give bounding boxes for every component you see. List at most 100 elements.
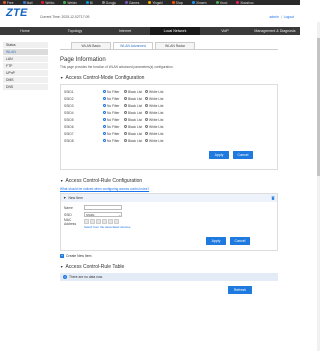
filter-option-black-list[interactable]: Black List (124, 132, 145, 136)
create-new-item[interactable]: + Create New Item (60, 254, 278, 258)
filter-option-white-list[interactable]: White List (145, 125, 166, 129)
mac-octet-input[interactable] (84, 219, 89, 224)
filter-option-no-filter[interactable]: No Filter (103, 132, 124, 136)
filter-option-white-list[interactable]: White List (145, 104, 166, 108)
sidebar-item-lan[interactable]: LAN (3, 56, 48, 63)
mode-section-header[interactable]: ▼ Access Control-Mode Configuration (60, 75, 278, 81)
bookmark-item[interactable]: Games (125, 1, 139, 5)
filter-option-black-list[interactable]: Black List (124, 90, 145, 94)
radio-button[interactable] (124, 104, 127, 107)
radio-button[interactable] (103, 104, 106, 107)
logout-link[interactable]: Logout (284, 15, 294, 19)
filter-option-black-list[interactable]: Black List (124, 97, 145, 101)
radio-button[interactable] (145, 139, 148, 142)
radio-button[interactable] (124, 118, 127, 121)
filter-option-black-list[interactable]: Black List (124, 125, 145, 129)
bookmark-item[interactable]: Bi (85, 1, 93, 5)
radio-button[interactable] (124, 139, 127, 142)
filter-option-no-filter[interactable]: No Filter (103, 111, 124, 115)
rule-section-header[interactable]: ▼ Access Control-Rule Configuration (60, 178, 278, 184)
nav-item-topology[interactable]: Topology (50, 27, 100, 35)
bookmark-item[interactable]: Weixin (63, 1, 77, 5)
radio-button[interactable] (145, 90, 148, 93)
name-input[interactable] (84, 205, 122, 210)
nav-item-voip[interactable]: VoIP (200, 27, 250, 35)
filter-option-white-list[interactable]: White List (145, 132, 166, 136)
radio-button[interactable] (145, 132, 148, 135)
radio-button[interactable] (124, 132, 127, 135)
bookmark-item[interactable]: Gongju (101, 1, 116, 5)
rule-help-link[interactable]: What should be noticed when configuring … (60, 187, 278, 191)
associated-devices-link[interactable]: Select from the associated devices (84, 225, 277, 229)
mode-apply-button[interactable]: Apply (209, 151, 229, 159)
mac-octet-input[interactable] (102, 219, 107, 224)
new-item-header[interactable]: ▼ New Item (61, 194, 277, 202)
sidebar-item-status[interactable]: Status (3, 42, 48, 49)
sidebar-item-dms[interactable]: DMS (3, 77, 48, 84)
radio-button[interactable] (124, 97, 127, 100)
tab-wlan-advanced[interactable]: WLAN Advanced (113, 42, 153, 49)
filter-option-no-filter[interactable]: No Filter (103, 104, 124, 108)
mac-octet-input[interactable] (96, 219, 101, 224)
bookmark-item[interactable]: Xiaoshuo (236, 1, 254, 5)
bookmark-item[interactable]: Mail (22, 1, 32, 5)
filter-option-white-list[interactable]: White List (145, 111, 166, 115)
mac-octet-input[interactable] (90, 219, 95, 224)
ssid-select[interactable]: SSID1 ⌄ (84, 212, 122, 217)
bookmark-item[interactable]: Yingshi (148, 1, 163, 5)
rule-cancel-button[interactable]: Cancel (230, 237, 250, 245)
rule-apply-button[interactable]: Apply (206, 237, 226, 245)
trash-icon[interactable] (271, 196, 275, 200)
filter-option-black-list[interactable]: Black List (124, 118, 145, 122)
admin-link[interactable]: admin (269, 15, 278, 19)
radio-button[interactable] (103, 132, 106, 135)
filter-option-black-list[interactable]: Black List (124, 104, 145, 108)
filter-option-black-list[interactable]: Black List (124, 139, 145, 143)
filter-option-white-list[interactable]: White List (145, 90, 166, 94)
mac-octet-input[interactable] (108, 219, 113, 224)
refresh-button[interactable]: Refresh (228, 286, 252, 294)
tab-wlan-radar[interactable]: WLAN Radar (155, 42, 195, 49)
filter-option-white-list[interactable]: White List (145, 139, 166, 143)
filter-option-black-list[interactable]: Black List (124, 111, 145, 115)
nav-item-internet[interactable]: Internet (100, 27, 150, 35)
radio-button[interactable] (145, 104, 148, 107)
sidebar-item-wlan[interactable]: WLAN (3, 49, 48, 56)
radio-button[interactable] (103, 90, 106, 93)
nav-item-home[interactable]: Home (0, 27, 50, 35)
radio-button[interactable] (124, 90, 127, 93)
filter-option-no-filter[interactable]: No Filter (103, 139, 124, 143)
sidebar-item-ftp[interactable]: FTP (3, 63, 48, 70)
filter-option-no-filter[interactable]: No Filter (103, 118, 124, 122)
radio-button[interactable] (103, 139, 106, 142)
radio-button[interactable] (103, 125, 106, 128)
table-section-header[interactable]: ▼ Access Control-Rule Table (60, 264, 278, 270)
filter-option-no-filter[interactable]: No Filter (103, 125, 124, 129)
filter-option-no-filter[interactable]: No Filter (103, 97, 124, 101)
filter-option-white-list[interactable]: White List (145, 97, 166, 101)
filter-option-white-list[interactable]: White List (145, 118, 166, 122)
sidebar-item-upnp[interactable]: UPnP (3, 70, 48, 77)
sidebar-item-dns[interactable]: DNS (3, 84, 48, 91)
radio-button[interactable] (145, 111, 148, 114)
bookmark-item[interactable]: Youxi (215, 1, 227, 5)
radio-button[interactable] (124, 111, 127, 114)
bookmark-item[interactable]: Xinwen (192, 1, 207, 5)
radio-button[interactable] (145, 125, 148, 128)
radio-button[interactable] (103, 118, 106, 121)
radio-button[interactable] (103, 97, 106, 100)
radio-button[interactable] (103, 111, 106, 114)
radio-button[interactable] (145, 118, 148, 121)
mode-cancel-button[interactable]: Cancel (233, 151, 253, 159)
radio-button[interactable] (124, 125, 127, 128)
mac-octet-input[interactable] (114, 219, 119, 224)
bookmark-label: Weixin (67, 0, 77, 5)
filter-option-no-filter[interactable]: No Filter (103, 90, 124, 94)
bookmark-item[interactable]: Shop (171, 1, 183, 5)
radio-button[interactable] (145, 97, 148, 100)
nav-item-local-network[interactable]: Local Network (150, 27, 200, 35)
tab-wlan-basic[interactable]: WLAN Basic (71, 42, 111, 49)
nav-item-management-diagnosis[interactable]: Management & Diagnosis (250, 27, 300, 35)
bookmark-item[interactable]: Free (3, 1, 14, 5)
bookmark-item[interactable]: Weibo (41, 1, 54, 5)
